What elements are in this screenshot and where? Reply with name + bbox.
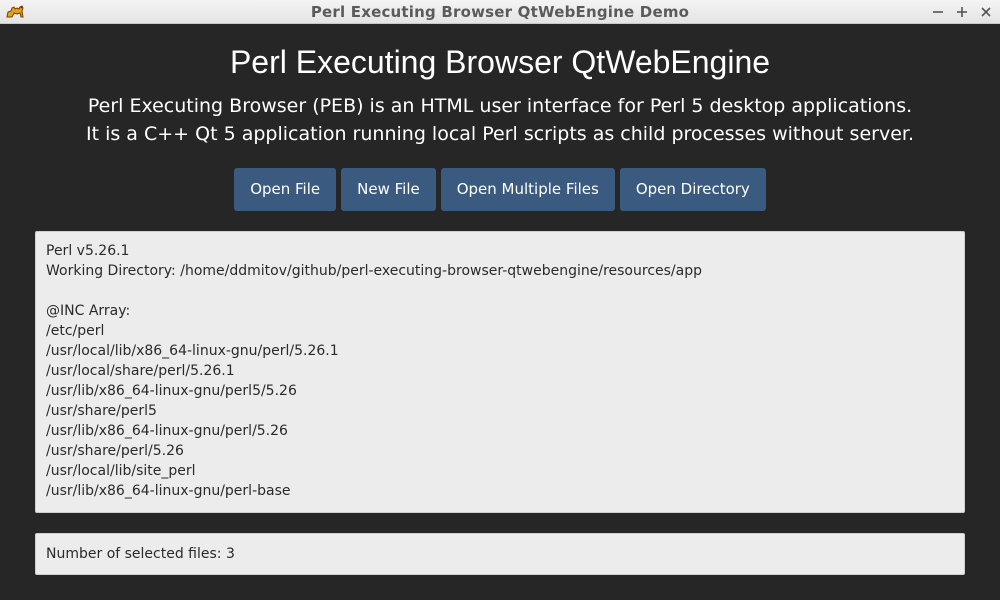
perl-version: Perl v5.26.1	[46, 243, 130, 259]
open-directory-button[interactable]: Open Directory	[619, 168, 766, 211]
title-bar[interactable]: Perl Executing Browser QtWebEngine Demo	[0, 0, 1000, 24]
button-row: Open File New File Open Multiple Files O…	[0, 168, 1000, 211]
page-content: Perl Executing Browser QtWebEngine Perl …	[0, 24, 1000, 600]
inc-path: /usr/lib/x86_64-linux-gnu/perl5/5.26	[46, 383, 297, 399]
page-heading: Perl Executing Browser QtWebEngine	[229, 44, 771, 80]
app-window: Perl Executing Browser QtWebEngine Demo …	[0, 0, 1000, 600]
subtitle-line: Perl Executing Browser (PEB) is an HTML …	[87, 95, 913, 117]
selected-files-panel: Number of selected files: 3	[35, 533, 965, 575]
inc-path: /usr/share/perl/5.26	[46, 443, 184, 459]
page-subtitle: Perl Executing Browser (PEB) is an HTML …	[0, 92, 1000, 148]
new-file-button[interactable]: New File	[341, 168, 436, 211]
maximize-icon[interactable]	[954, 4, 970, 20]
inc-path: /usr/local/lib/site_perl	[46, 463, 196, 479]
open-file-button[interactable]: Open File	[234, 168, 337, 211]
inc-path: /usr/local/share/perl/5.26.1	[46, 363, 235, 379]
subtitle-line: It is a C++ Qt 5 application running loc…	[86, 123, 914, 145]
inc-array-label: @INC Array:	[46, 303, 131, 319]
working-directory: Working Directory: /home/ddmitov/github/…	[46, 263, 702, 279]
inc-path: /usr/lib/x86_64-linux-gnu/perl/5.26	[46, 423, 288, 439]
inc-path: /usr/share/perl5	[46, 403, 157, 419]
close-icon[interactable]	[978, 4, 994, 20]
inc-path: /etc/perl	[46, 323, 105, 339]
window-title: Perl Executing Browser QtWebEngine Demo	[310, 3, 690, 21]
selected-files-count: Number of selected files: 3	[46, 546, 235, 562]
window-controls	[930, 0, 994, 24]
inc-path: /usr/lib/x86_64-linux-gnu/perl-base	[46, 483, 291, 499]
open-multiple-files-button[interactable]: Open Multiple Files	[440, 168, 615, 211]
minimize-icon[interactable]	[930, 4, 946, 20]
inc-path: /usr/local/lib/x86_64-linux-gnu/perl/5.2…	[46, 343, 339, 359]
perl-info-panel: Perl v5.26.1 Working Directory: /home/dd…	[35, 231, 965, 513]
